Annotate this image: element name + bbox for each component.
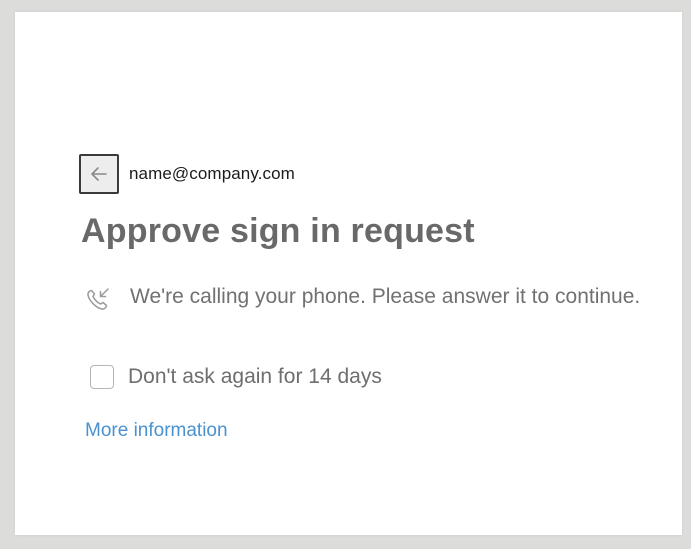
identity-banner: name@company.com	[79, 154, 295, 194]
back-button[interactable]	[79, 154, 119, 194]
call-status: We're calling your phone. Please answer …	[83, 282, 643, 314]
page-title: Approve sign in request	[81, 212, 475, 250]
remember-checkbox[interactable]	[90, 365, 114, 389]
more-information-link[interactable]: More information	[85, 420, 228, 442]
call-message: We're calling your phone. Please answer …	[130, 285, 641, 308]
remember-option: Don't ask again for 14 days	[90, 365, 382, 389]
remember-label[interactable]: Don't ask again for 14 days	[128, 365, 382, 389]
arrow-left-icon	[91, 167, 107, 181]
sign-in-card: name@company.com Approve sign in request…	[15, 12, 682, 535]
identity-email: name@company.com	[129, 164, 295, 183]
incoming-call-icon	[87, 288, 109, 310]
